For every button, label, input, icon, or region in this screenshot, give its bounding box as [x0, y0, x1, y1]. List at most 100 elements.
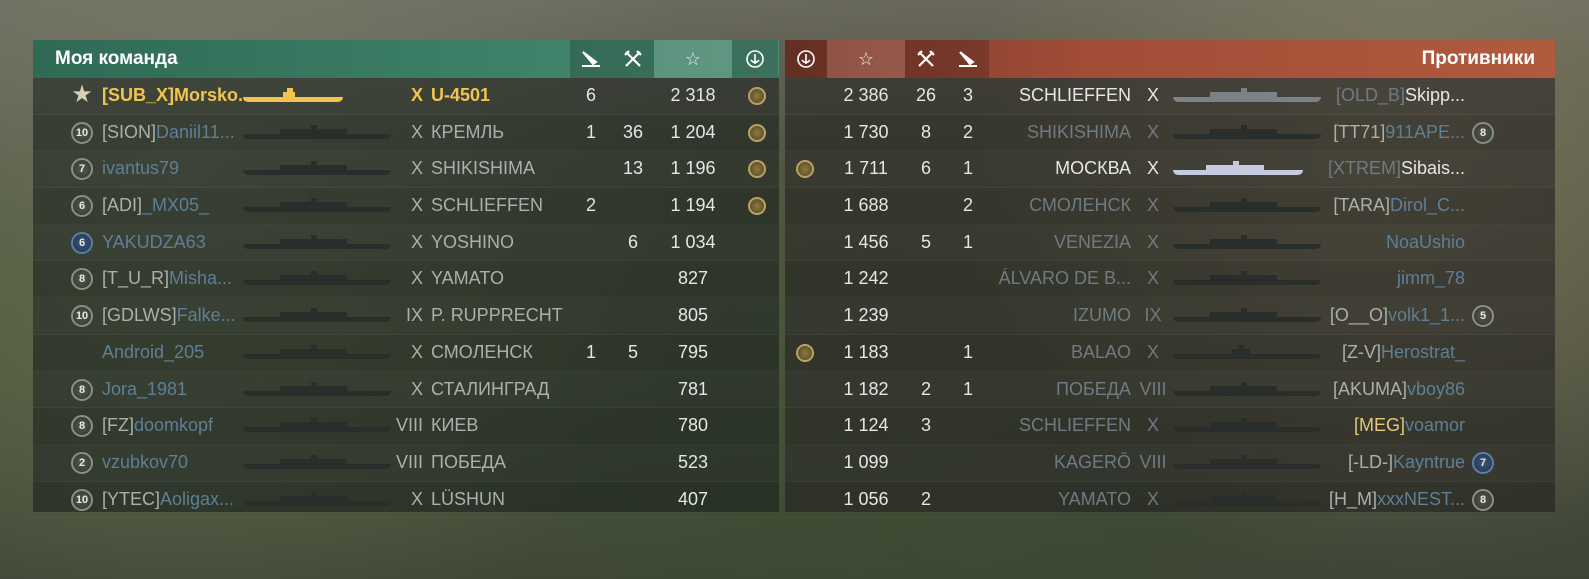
torpedo-hit-icon[interactable]	[947, 40, 989, 78]
frags	[905, 261, 947, 297]
ship-name: МОСКВА	[1055, 158, 1131, 179]
crossed-swords-icon[interactable]	[905, 40, 947, 78]
player-name[interactable]: [FZ]doomkopf	[102, 408, 213, 444]
base-xp: 2 318	[670, 85, 716, 105]
player-name[interactable]: [Z-V]Herostrat_	[1265, 335, 1465, 371]
player-name[interactable]: ivantus79	[102, 151, 179, 187]
player-row[interactable]: 7 ivantus79 X SHIKISHIMA 13 1 196	[33, 151, 779, 189]
player-row[interactable]: 1 056 2 YAMATO X [H_M]xxxNEST... 8	[785, 482, 1555, 519]
player-name[interactable]: [OLD_B]Skipp...	[1265, 78, 1465, 114]
player-row[interactable]: 10 [YTEC]Aoligax... X LÜSHUN 407	[33, 482, 779, 519]
player-name[interactable]: [O__O]volk1_1...	[1265, 298, 1465, 334]
ship-tier: X	[410, 85, 423, 105]
player-row[interactable]: 8 [T_U_R]Misha... X YAMATO 827	[33, 261, 779, 299]
ship-tier: X	[410, 488, 423, 509]
player-row[interactable]: 1 730 8 2 SHIKISHIMA X [TT71]911APE... 8	[785, 115, 1555, 152]
player-row[interactable]: 6 [ADI]_MX05_ X SCHLIEFFEN 2 1 194	[33, 188, 779, 225]
clan-tag: [T_U_R]	[102, 268, 170, 289]
player-row[interactable]: 1 456 5 1 VENEZIA X NoaUshio	[785, 225, 1555, 262]
player-level-badge: 8	[1472, 121, 1494, 144]
player-row[interactable]: 1 242 ÁLVARO DE B... Xjimm_78	[785, 261, 1555, 299]
player-name[interactable]: jimm_78	[1265, 261, 1465, 297]
crossed-swords-icon[interactable]	[612, 40, 654, 78]
player-name[interactable]: [GDLWS]Falke...	[102, 298, 236, 334]
player-nickname: Dirol_C...	[1389, 195, 1465, 216]
player-row[interactable]: 10 [GDLWS]Falke... IX P. RUPPRECHT 805	[33, 298, 779, 335]
ship-silhouette	[243, 418, 391, 433]
player-name[interactable]: Android_205	[102, 335, 204, 371]
player-row[interactable]: 1 688 2 СМОЛЕНСК X [TARA]Dirol_C...	[785, 188, 1555, 225]
ship-tier: IX	[1144, 305, 1162, 326]
clan-tag: [TT71]	[1333, 121, 1386, 142]
frags	[612, 445, 654, 481]
player-row[interactable]: 2 vzubkov70 VIII ПОБЕДА 523	[33, 445, 779, 482]
ship-tier: X	[410, 268, 423, 289]
torpedo-hits: 1	[585, 121, 596, 142]
clan-tag: [XTREM]	[1327, 158, 1401, 179]
player-name[interactable]: [TT71]911APE...	[1265, 115, 1465, 151]
player-row[interactable]: 1 239 IZUMO IX [O__O]volk1_1... 5	[785, 298, 1555, 335]
player-name[interactable]: [SION]Daniil11...	[102, 115, 235, 151]
ship-tier: X	[1146, 415, 1159, 436]
clan-tag: [GDLWS]	[102, 305, 177, 326]
player-nickname: Daniil11...	[156, 121, 235, 142]
player-name[interactable]: [SUB_X]Morsko...	[102, 78, 253, 114]
torpedo-hits	[570, 225, 612, 261]
player-row[interactable]: 6 YAKUDZA63 X YOSHINO 6 1 034	[33, 225, 779, 262]
torpedo-hits	[570, 298, 612, 334]
anchor-wreath-icon[interactable]	[732, 40, 778, 78]
player-row[interactable]: 1 711 6 1 МОСКВА X [XTREM]Sibais...	[785, 151, 1555, 189]
player-name[interactable]: vzubkov70	[102, 445, 188, 481]
ship-name: ÁLVARO DE B...	[998, 268, 1131, 289]
player-name[interactable]: [AKUMA]vboy86	[1265, 372, 1465, 408]
ship-tier: X	[1146, 158, 1159, 179]
player-name[interactable]: [XTREM]Sibais...	[1265, 151, 1465, 187]
frags	[612, 188, 654, 224]
player-row[interactable]: 1 182 2 1 ПОБЕДА VIII [AKUMA]vboy86	[785, 372, 1555, 409]
player-level-badge: 5	[1472, 305, 1494, 328]
player-row[interactable]: 1 183 1 BALAO X [Z-V]Herostrat_	[785, 335, 1555, 372]
star-icon[interactable]: ☆	[654, 40, 732, 78]
player-name[interactable]: [-LD-]Kayntrue	[1265, 445, 1465, 481]
player-name[interactable]: [MEG]voamor	[1265, 408, 1465, 444]
ship-name: U-4501	[431, 85, 491, 105]
torpedo-hit-icon[interactable]	[570, 40, 612, 78]
player-name[interactable]: [YTEC]Aoligax...	[102, 482, 234, 518]
player-level-badge: 6	[71, 195, 93, 218]
player-nickname: jimm_78	[1396, 268, 1465, 289]
ship-silhouette	[243, 491, 391, 506]
ship-tier: X	[1146, 268, 1159, 289]
ship-tier: X	[1146, 195, 1159, 216]
base-xp: 523	[677, 451, 709, 472]
frags: 13	[622, 158, 644, 179]
player-name[interactable]: [T_U_R]Misha...	[102, 261, 232, 297]
player-name[interactable]: [TARA]Dirol_C...	[1265, 188, 1465, 224]
base-xp: 1 456	[843, 231, 889, 252]
player-row[interactable]: Android_205 X СМОЛЕНСК 1 5 795	[33, 335, 779, 372]
clan-tag: [YTEC]	[102, 488, 161, 509]
frags	[612, 261, 654, 297]
star-icon: ★	[71, 81, 93, 108]
player-name[interactable]: [ADI]_MX05_	[102, 188, 209, 224]
player-row[interactable]: 2 386 26 3 SCHLIEFFEN X [OLD_B]Skipp...	[785, 78, 1555, 115]
base-xp: 1 124	[843, 415, 889, 436]
frags	[905, 298, 947, 334]
ship-name: YAMATO	[1057, 488, 1131, 509]
star-icon[interactable]: ☆	[827, 40, 905, 78]
player-row[interactable]: 10 [SION]Daniil11... X КРЕМЛЬ 1 36 1 204	[33, 115, 779, 152]
player-row[interactable]: 1 099 KAGERŌ VIII [-LD-]Kayntrue 7	[785, 445, 1555, 482]
player-name[interactable]: Jora_1981	[102, 372, 187, 408]
base-xp: 1 056	[843, 488, 889, 509]
player-name[interactable]: [H_M]xxxNEST...	[1265, 482, 1465, 518]
player-row[interactable]: 1 124 3 SCHLIEFFEN X [MEG]voamor	[785, 408, 1555, 445]
player-row[interactable]: ★ [SUB_X]Morsko... X U-4501 6 2 318	[33, 78, 779, 115]
ship-name: SHIKISHIMA	[1026, 121, 1131, 142]
anchor-wreath-icon[interactable]	[785, 40, 827, 78]
player-name[interactable]: NoaUshio	[1265, 225, 1465, 261]
player-name[interactable]: YAKUDZA63	[102, 225, 206, 261]
base-xp: 1 688	[843, 195, 889, 216]
player-row[interactable]: 8 Jora_1981 X СТАЛИНГРАД 781	[33, 372, 779, 409]
player-row[interactable]: 8 [FZ]doomkopf VIII КИЕВ 780	[33, 408, 779, 445]
ship-name: ПОБЕДА	[431, 451, 506, 472]
frags: 2	[920, 488, 931, 509]
